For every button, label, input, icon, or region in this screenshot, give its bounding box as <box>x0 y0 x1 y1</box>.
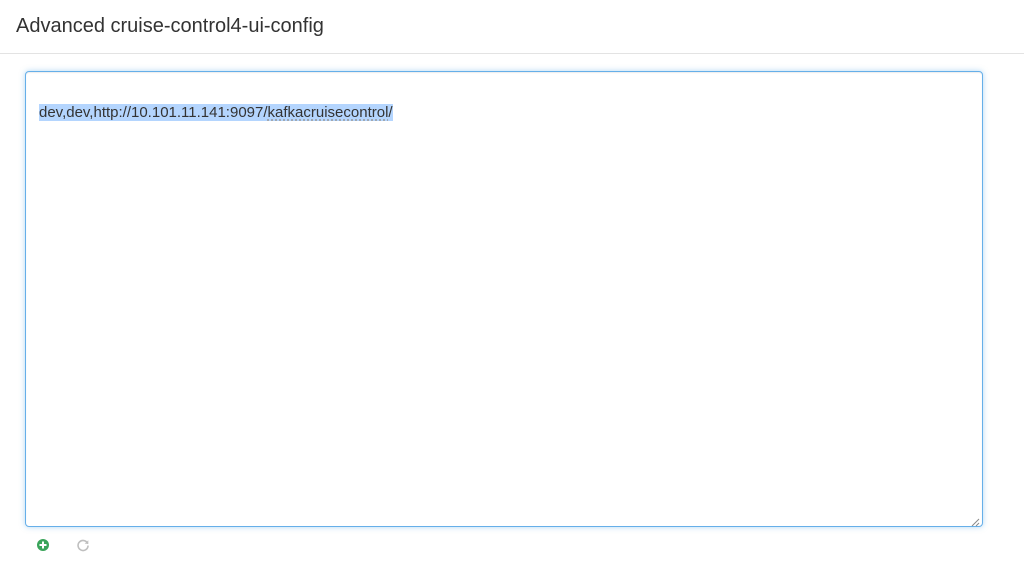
config-textarea[interactable]: dev,dev,http://10.101.11.141:9097/kafkac… <box>25 71 983 527</box>
plus-circle-icon <box>37 539 49 551</box>
text-prefix: dev,dev,http://10.101.11.141:9097/ <box>39 104 268 121</box>
page-title: Advanced cruise-control4-ui-config <box>16 15 324 37</box>
page-header: Advanced cruise-control4-ui-config <box>0 0 1024 54</box>
text-underlined: kafkacruisecontrol <box>267 104 389 121</box>
text-suffix: / <box>388 104 393 121</box>
selected-text: dev,dev,http://10.101.11.141:9097/kafkac… <box>39 104 393 121</box>
refresh-icon <box>77 539 89 552</box>
add-button[interactable] <box>36 538 52 554</box>
config-text[interactable]: dev,dev,http://10.101.11.141:9097/kafkac… <box>39 103 393 123</box>
reload-button[interactable] <box>76 538 92 554</box>
resize-grip-icon[interactable] <box>970 514 980 527</box>
